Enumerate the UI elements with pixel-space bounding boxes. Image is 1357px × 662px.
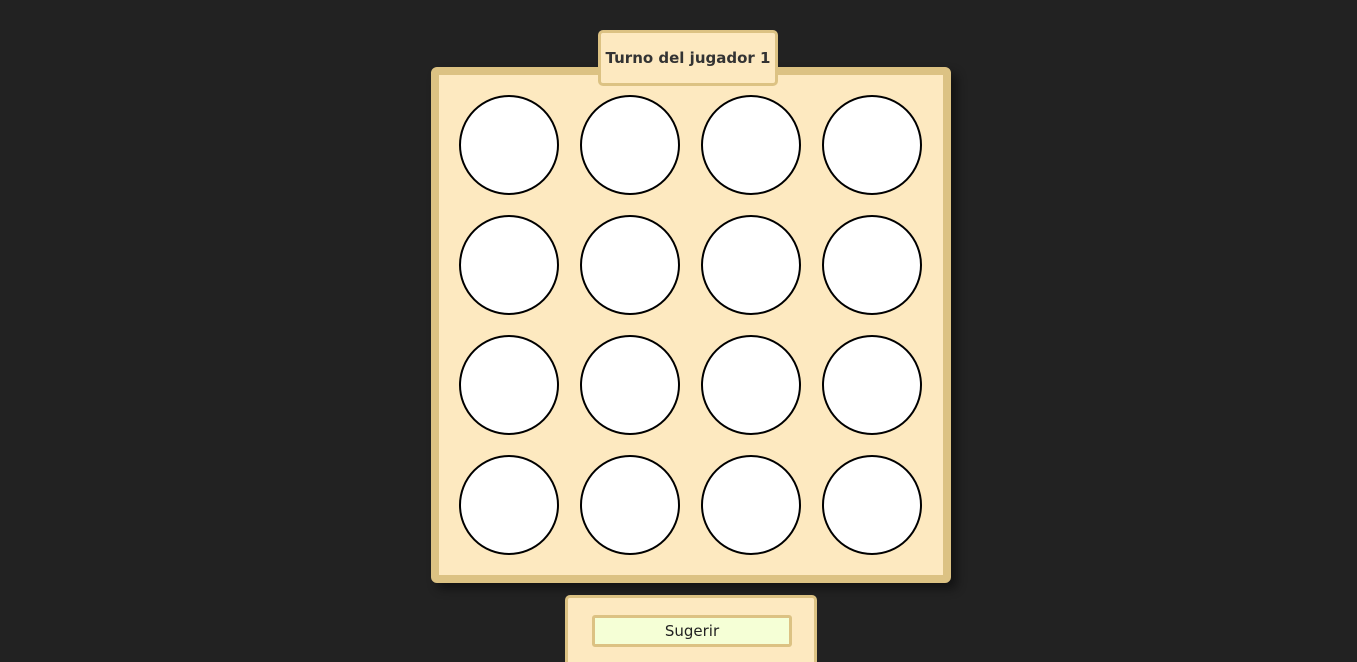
board-cell-r2-c2[interactable] [580,215,680,315]
game-stage: Turno del jugador 1 Sugerir [0,0,1357,662]
board-cell-r1-c4[interactable] [822,95,922,195]
board-cell-r2-c1[interactable] [459,215,559,315]
turn-indicator: Turno del jugador 1 [598,30,778,86]
suggest-button[interactable]: Sugerir [592,615,792,647]
board-cell-r4-c1[interactable] [459,455,559,555]
board-cell-r3-c4[interactable] [822,335,922,435]
game-board [431,67,951,583]
board-cell-r2-c4[interactable] [822,215,922,315]
board-cell-r3-c1[interactable] [459,335,559,435]
board-cell-r1-c2[interactable] [580,95,680,195]
board-cell-r3-c2[interactable] [580,335,680,435]
board-cell-r4-c2[interactable] [580,455,680,555]
board-cell-r4-c3[interactable] [701,455,801,555]
controls-panel: Sugerir [565,595,817,662]
board-cell-r2-c3[interactable] [701,215,801,315]
board-cell-r1-c3[interactable] [701,95,801,195]
board-cell-r1-c1[interactable] [459,95,559,195]
turn-label: Turno del jugador 1 [605,49,771,67]
board-cell-r4-c4[interactable] [822,455,922,555]
board-cell-r3-c3[interactable] [701,335,801,435]
